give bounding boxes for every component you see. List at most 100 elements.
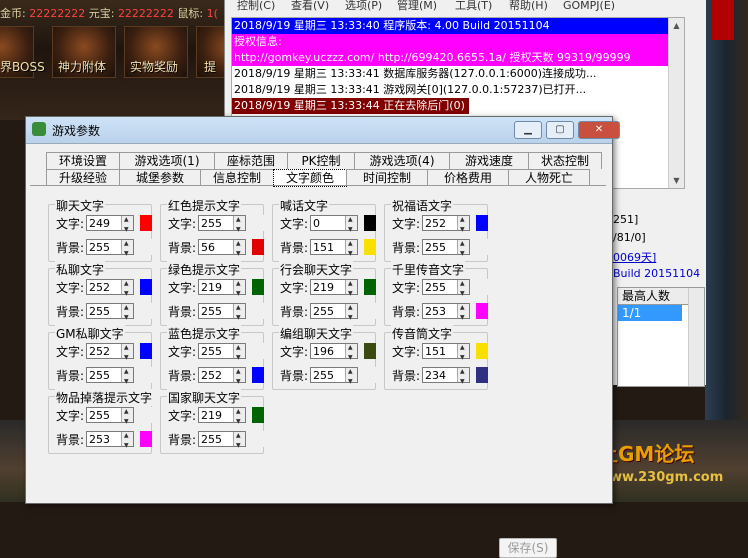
spinner-arrows-icon[interactable]	[345, 364, 357, 390]
spinner-arrows-icon[interactable]	[233, 428, 245, 454]
grid-scrollbar[interactable]	[688, 288, 704, 386]
text-color-value[interactable]: 0	[313, 217, 320, 230]
text-color-value[interactable]: 255	[201, 217, 222, 230]
text-color-spinner[interactable]: 0	[310, 212, 358, 238]
bg-color-spinner[interactable]: 151	[310, 236, 358, 262]
spinner-arrows-icon[interactable]	[121, 212, 133, 238]
text-color-value[interactable]: 196	[313, 345, 334, 358]
text-color-value[interactable]: 219	[201, 409, 222, 422]
spinner-arrows-icon[interactable]	[457, 300, 469, 326]
bg-color-spinner[interactable]: 255	[310, 364, 358, 390]
text-color-value[interactable]: 252	[89, 345, 110, 358]
text-color-value[interactable]: 255	[89, 409, 110, 422]
bg-color-spinner[interactable]: 255	[422, 236, 470, 262]
spinner-arrows-icon[interactable]	[233, 340, 245, 366]
text-color-value[interactable]: 255	[425, 281, 446, 294]
bg-color-spinner[interactable]: 255	[86, 236, 134, 262]
spinner-arrows-icon[interactable]	[457, 340, 469, 366]
spinner-arrows-icon[interactable]	[233, 212, 245, 238]
text-color-spinner[interactable]: 255	[198, 340, 246, 366]
tab-status-control[interactable]: 状态控制	[528, 152, 602, 169]
text-color-spinner[interactable]: 151	[422, 340, 470, 366]
spinner-arrows-icon[interactable]	[345, 276, 357, 302]
text-color-spinner[interactable]: 196	[310, 340, 358, 366]
text-color-value[interactable]: 252	[89, 281, 110, 294]
spinner-arrows-icon[interactable]	[345, 212, 357, 238]
menu-options[interactable]: 选项(P)	[345, 0, 382, 12]
text-color-spinner[interactable]: 252	[422, 212, 470, 238]
tab-coordinate-range[interactable]: 座标范围	[214, 152, 288, 169]
bg-color-spinner[interactable]: 255	[86, 300, 134, 326]
bg-color-spinner[interactable]: 255	[310, 300, 358, 326]
tab-castle-params[interactable]: 城堡参数	[119, 169, 201, 186]
bg-color-spinner[interactable]: 253	[422, 300, 470, 326]
text-color-value[interactable]: 219	[313, 281, 334, 294]
bg-color-value[interactable]: 255	[201, 433, 222, 446]
spinner-arrows-icon[interactable]	[121, 428, 133, 454]
scroll-up-icon[interactable]: ▲	[669, 18, 684, 33]
bg-color-value[interactable]: 255	[89, 369, 110, 382]
bg-color-value[interactable]: 253	[89, 433, 110, 446]
tab-game-speed[interactable]: 游戏速度	[449, 152, 529, 169]
spinner-arrows-icon[interactable]	[345, 300, 357, 326]
tab-pk-control[interactable]: PK控制	[287, 152, 355, 169]
bg-color-value[interactable]: 255	[313, 369, 334, 382]
text-color-spinner[interactable]: 219	[310, 276, 358, 302]
text-color-value[interactable]: 219	[201, 281, 222, 294]
bg-color-value[interactable]: 255	[89, 241, 110, 254]
spinner-arrows-icon[interactable]	[345, 340, 357, 366]
spinner-arrows-icon[interactable]	[121, 340, 133, 366]
bg-color-spinner[interactable]: 255	[198, 428, 246, 454]
save-button[interactable]: 保存(S)	[499, 538, 557, 558]
tab-price-fee[interactable]: 价格费用	[427, 169, 509, 186]
bg-color-value[interactable]: 234	[425, 369, 446, 382]
spinner-arrows-icon[interactable]	[121, 300, 133, 326]
bg-color-spinner[interactable]: 56	[198, 236, 246, 262]
bg-color-value[interactable]: 252	[201, 369, 222, 382]
spinner-arrows-icon[interactable]	[121, 236, 133, 262]
maximize-button[interactable]: ▢	[546, 121, 574, 139]
text-color-spinner[interactable]: 255	[198, 212, 246, 238]
spinner-arrows-icon[interactable]	[457, 276, 469, 302]
session-grid[interactable]: 最高人数 1/1	[617, 287, 705, 387]
scroll-down-icon[interactable]: ▼	[669, 173, 684, 188]
tab-game-options-4[interactable]: 游戏选项(4)	[354, 152, 450, 169]
bg-color-spinner[interactable]: 255	[86, 364, 134, 390]
close-button[interactable]: ✕	[578, 121, 620, 139]
text-color-value[interactable]: 249	[89, 217, 110, 230]
bg-color-value[interactable]: 56	[201, 241, 215, 254]
text-color-value[interactable]: 151	[425, 345, 446, 358]
spinner-arrows-icon[interactable]	[233, 300, 245, 326]
dialog-titlebar[interactable]: 游戏参数 ▁ ▢ ✕	[26, 117, 620, 144]
tab-character-death[interactable]: 人物死亡	[508, 169, 590, 186]
bg-color-value[interactable]: 255	[201, 305, 222, 318]
menu-control[interactable]: 控制(C)	[237, 0, 275, 12]
text-color-spinner[interactable]: 255	[422, 276, 470, 302]
tab-level-exp[interactable]: 升级经验	[46, 169, 120, 186]
bg-color-spinner[interactable]: 255	[198, 300, 246, 326]
menu-gompj[interactable]: GOMPJ(E)	[563, 0, 615, 12]
text-color-spinner[interactable]: 252	[86, 340, 134, 366]
menu-help[interactable]: 帮助(H)	[509, 0, 548, 12]
tab-game-options-1[interactable]: 游戏选项(1)	[119, 152, 215, 169]
tab-time-control[interactable]: 时间控制	[346, 169, 428, 186]
tab-info-control[interactable]: 信息控制	[200, 169, 274, 186]
bg-color-spinner[interactable]: 253	[86, 428, 134, 454]
spinner-arrows-icon[interactable]	[233, 364, 245, 390]
bg-color-value[interactable]: 253	[425, 305, 446, 318]
menu-manage[interactable]: 管理(M)	[397, 0, 437, 12]
minimize-button[interactable]: ▁	[514, 121, 542, 139]
bg-color-value[interactable]: 255	[89, 305, 110, 318]
text-color-spinner[interactable]: 252	[86, 276, 134, 302]
spinner-arrows-icon[interactable]	[121, 276, 133, 302]
text-color-value[interactable]: 255	[201, 345, 222, 358]
tab-env-settings[interactable]: 环境设置	[46, 152, 120, 169]
spinner-arrows-icon[interactable]	[121, 364, 133, 390]
grid-row[interactable]: 1/1	[618, 305, 682, 321]
spinner-arrows-icon[interactable]	[345, 236, 357, 262]
menu-view[interactable]: 查看(V)	[291, 0, 329, 12]
spinner-arrows-icon[interactable]	[457, 364, 469, 390]
text-color-spinner[interactable]: 255	[86, 404, 134, 430]
spinner-arrows-icon[interactable]	[233, 276, 245, 302]
spinner-arrows-icon[interactable]	[121, 404, 133, 430]
